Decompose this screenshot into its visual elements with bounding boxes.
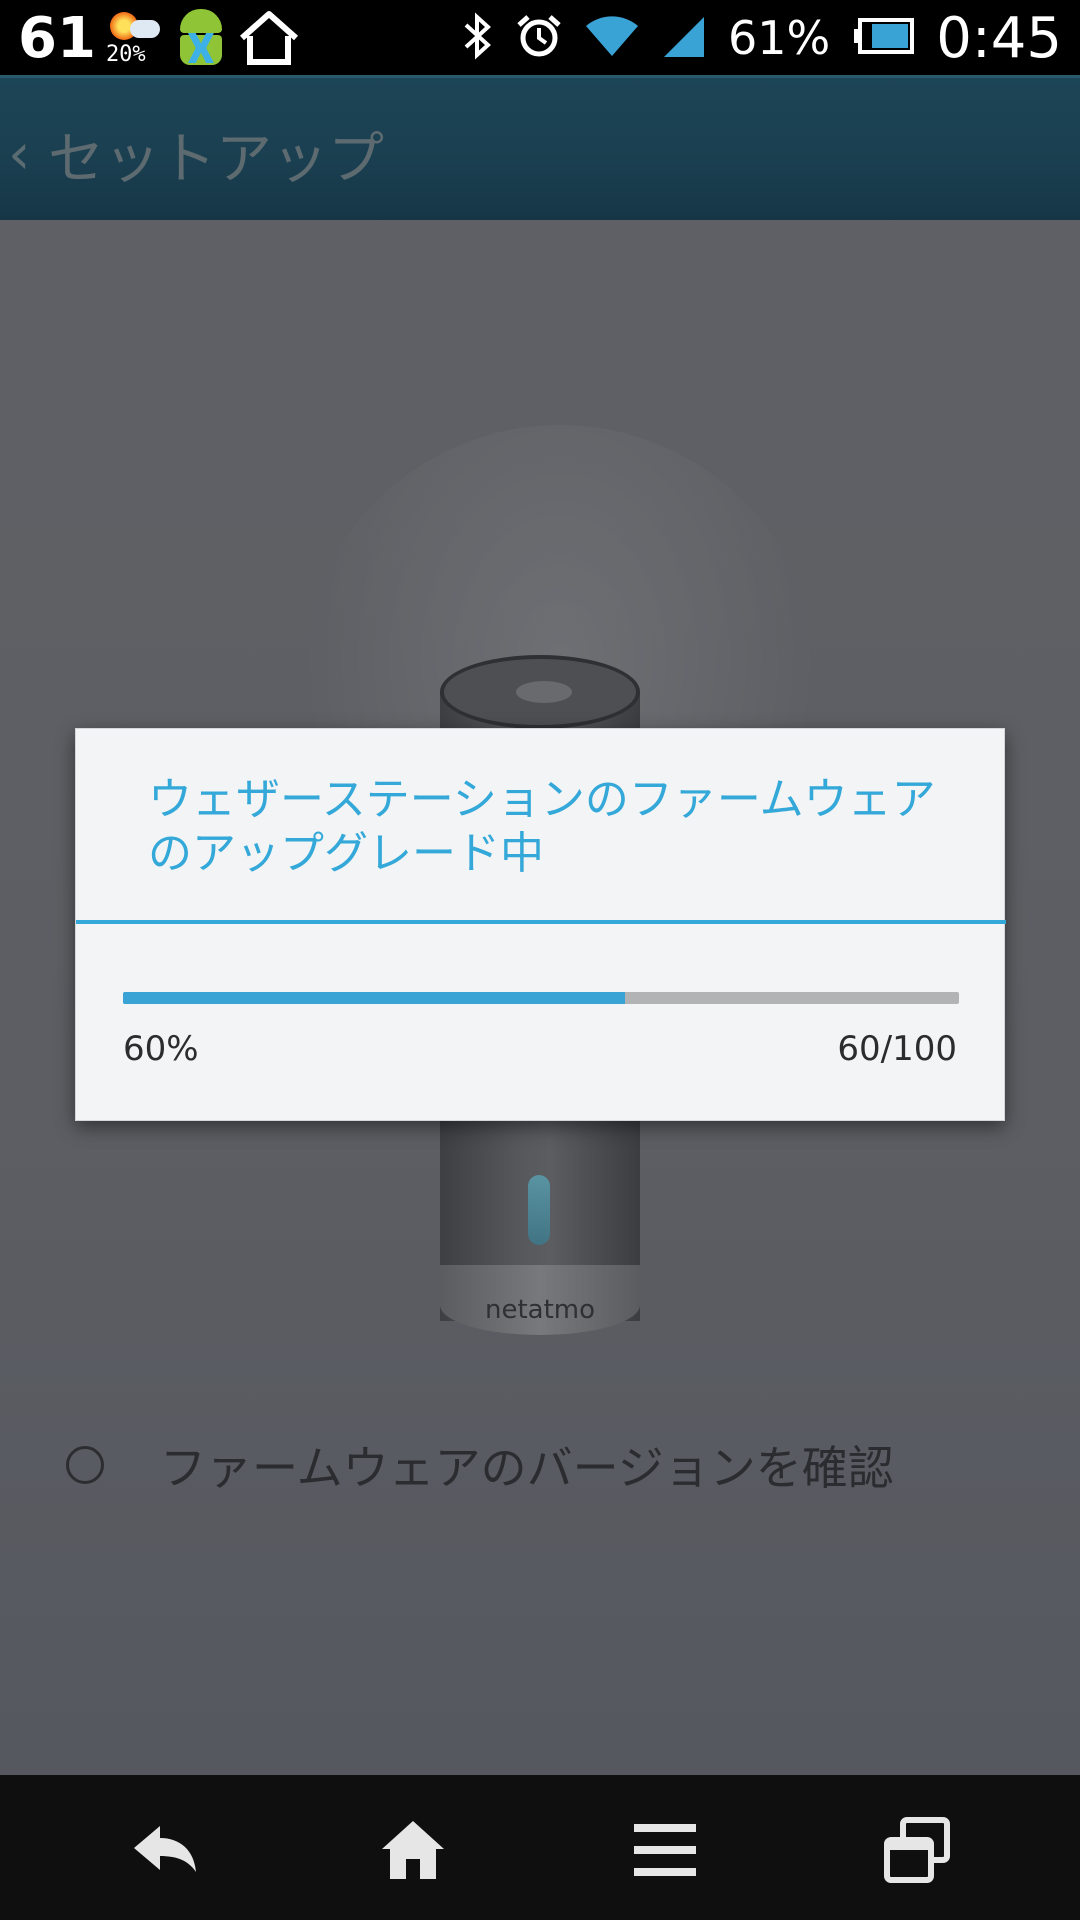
navigation-bar — [0, 1775, 1080, 1920]
chevron-left-icon[interactable]: ‹ — [8, 122, 30, 187]
battery-percent-text: 61% — [727, 11, 831, 65]
radio-button[interactable] — [66, 1446, 104, 1484]
precipitation-text: 20% — [105, 42, 146, 67]
clock-text: 0:45 — [936, 5, 1062, 71]
status-bar-right: 61% 0:45 — [460, 5, 1062, 71]
status-bar: 61 20% 61% 0:45 — [0, 0, 1080, 75]
menu-icon — [634, 1824, 696, 1876]
progress-bar-fill — [123, 992, 625, 1004]
wifi-icon — [584, 14, 640, 62]
bluetooth-icon — [460, 11, 494, 65]
check-firmware-option[interactable]: ファームウェアのバージョンを確認 — [66, 1432, 894, 1498]
dialog-divider — [76, 920, 1006, 924]
progress-percent: 60% — [123, 1029, 199, 1069]
home-icon — [238, 10, 300, 66]
weather-icon: 20% — [104, 6, 164, 70]
progress-count: 60/100 — [837, 1029, 957, 1069]
status-led — [528, 1175, 550, 1245]
battery-icon — [852, 16, 915, 60]
action-bar: ‹ セットアップ — [0, 75, 1080, 220]
back-icon — [134, 1826, 196, 1872]
page-title[interactable]: セットアップ — [48, 114, 384, 195]
back-button[interactable] — [110, 1805, 220, 1895]
android-debug-icon — [172, 3, 230, 73]
device-brand-label: netatmo — [484, 1295, 596, 1325]
recent-apps-icon — [884, 1817, 950, 1883]
check-firmware-label: ファームウェアのバージョンを確認 — [160, 1441, 894, 1495]
home-button[interactable] — [358, 1805, 468, 1895]
status-bar-left: 61 20% — [18, 3, 300, 73]
upgrade-progress-dialog: ウェザーステーションのファームウェアのアップグレード中 60% 60/100 — [75, 728, 1006, 1121]
home-icon — [382, 1821, 444, 1879]
alarm-icon — [516, 13, 562, 63]
temperature-text: 61 — [18, 5, 96, 71]
recent-apps-button[interactable] — [862, 1805, 972, 1895]
menu-button[interactable] — [610, 1805, 720, 1895]
progress-bar — [123, 992, 959, 1004]
signal-icon — [662, 13, 706, 63]
dialog-title: ウェザーステーションのファームウェアのアップグレード中 — [148, 774, 936, 879]
